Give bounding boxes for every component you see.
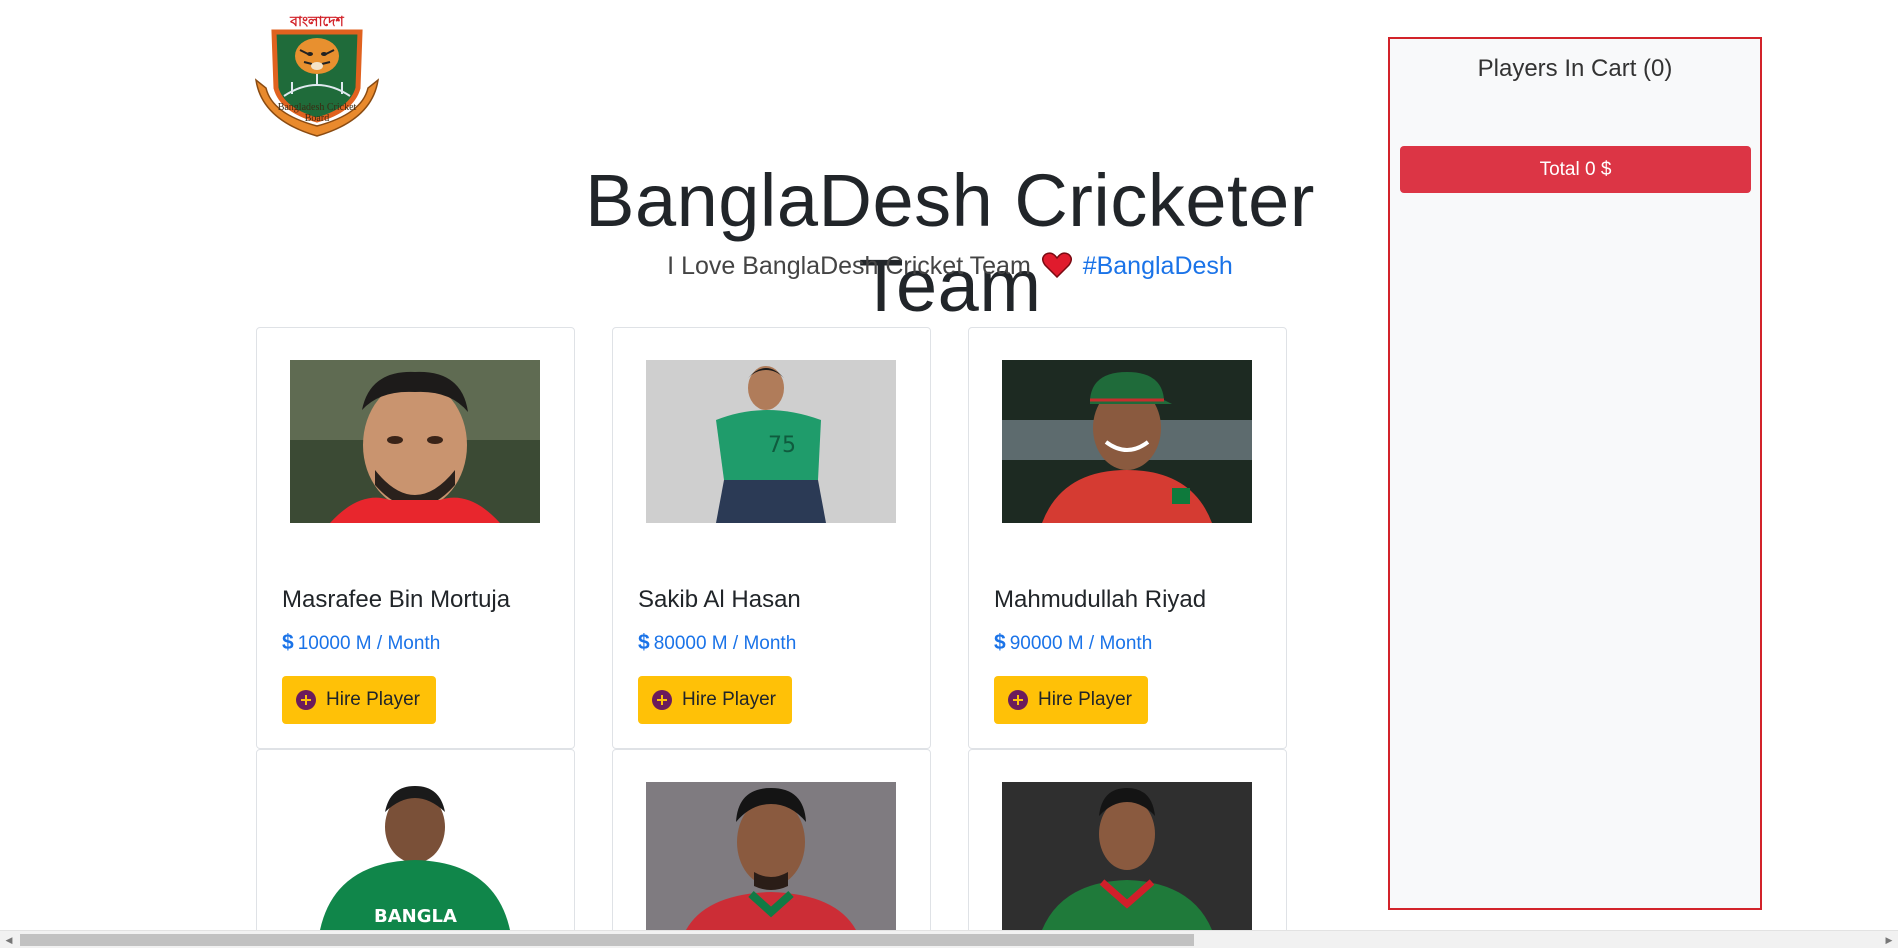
player-card [612,749,931,948]
player-photo [1002,782,1252,930]
cart-title: Players In Cart (0) [1477,55,1673,82]
player-card: Masrafee Bin Mortuja $10000 M / Month Hi… [256,327,575,749]
player-photo: BANGLA [290,782,540,930]
subtitle-text: I Love BanglaDesh Cricket Team [667,252,1031,280]
player-card: Mahmudullah Riyad $90000 M / Month Hire … [968,327,1287,749]
page-subtitle: I Love BanglaDesh Cricket Team #BanglaDe… [540,252,1360,285]
hire-player-button[interactable]: Hire Player [282,676,436,724]
page: বাংলাদেশ Bangladesh Cricket Board Bangla… [0,0,1898,948]
plus-circle-icon [1008,690,1028,710]
hire-button-label: Hire Player [682,689,776,710]
hire-player-button[interactable]: Hire Player [638,676,792,724]
bcb-logo: বাংলাদেশ Bangladesh Cricket Board [252,10,382,142]
logo-bengali-text: বাংলাদেশ [290,13,344,29]
page-title: BanglaDesh Cricketer Team [585,159,1315,327]
player-salary: $80000 M / Month [638,631,797,654]
player-card: BANGLA [256,749,575,948]
scrollbar-thumb[interactable] [20,934,1194,946]
dollar-icon: $ [994,631,1006,654]
hashtag-link[interactable]: #BanglaDesh [1083,252,1233,280]
player-card [968,749,1287,948]
hire-player-button[interactable]: Hire Player [994,676,1148,724]
player-photo [1002,360,1252,523]
player-salary: $10000 M / Month [282,631,441,654]
player-name: Mahmudullah Riyad [994,586,1207,613]
scroll-left-icon[interactable]: ◀ [0,931,18,948]
player-photo: 75 [646,360,896,523]
hire-button-label: Hire Player [1038,689,1132,710]
player-photo [646,782,896,930]
heart-icon [1041,252,1072,285]
horizontal-scrollbar[interactable]: ◀ ▶ [0,930,1898,948]
logo-banner-text: Bangladesh Cricket Board [277,102,357,124]
player-salary: $90000 M / Month [994,631,1153,654]
jersey-text: BANGLA [374,906,457,927]
dollar-icon: $ [282,631,294,654]
player-card: 75 Sakib Al Hasan $80000 M / Month Hire … [612,327,931,749]
hire-button-label: Hire Player [326,689,420,710]
plus-circle-icon [296,690,316,710]
scroll-right-icon[interactable]: ▶ [1880,931,1898,948]
total-button[interactable]: Total 0 $ [1400,146,1751,193]
player-name: Masrafee Bin Mortuja [282,586,511,613]
player-name: Sakib Al Hasan [638,586,801,613]
cart-panel: Players In Cart (0) Total 0 $ [1388,37,1762,910]
player-photo [290,360,540,523]
plus-circle-icon [652,690,672,710]
dollar-icon: $ [638,631,650,654]
svg-text:75: 75 [768,433,796,458]
